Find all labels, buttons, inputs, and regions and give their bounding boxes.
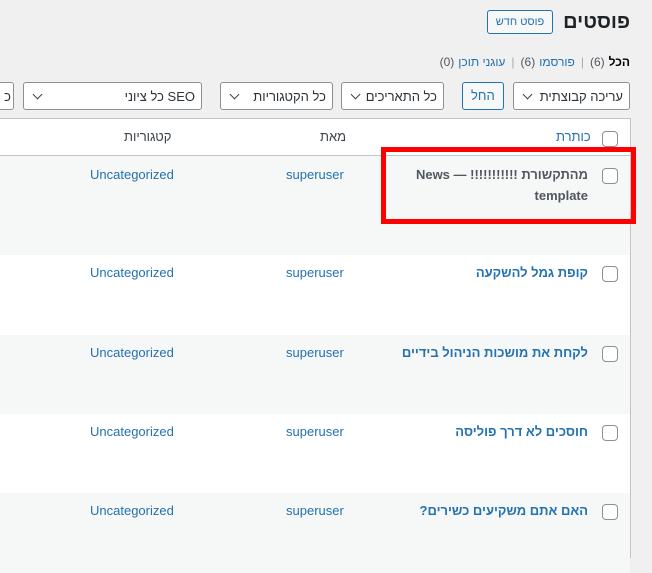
post-title-link[interactable]: האם אתם משקיעים כשירים?	[420, 500, 588, 521]
post-author-link[interactable]: superuser	[286, 503, 344, 518]
post-title-link[interactable]: קופת גמל להשקעה	[476, 262, 588, 283]
filter-cornerstone[interactable]: עוגני תוכן (0)	[440, 55, 506, 69]
post-title-link[interactable]: חוסכים לא דרך פוליסה	[455, 421, 588, 442]
filter-separator: |	[511, 55, 515, 69]
categories-filter-select[interactable]: כל הקטגוריות	[220, 82, 333, 110]
filter-published-label: פורסמו	[539, 55, 575, 69]
table-header: כותרת מאת קטגוריות	[0, 119, 630, 156]
dates-filter-value: כל התאריכים	[365, 88, 437, 104]
filter-separator: |	[580, 55, 584, 69]
seo-filter-value: כל ציוני SEO	[124, 88, 195, 104]
dates-filter-select[interactable]: כל התאריכים	[341, 82, 444, 110]
post-author-link[interactable]: superuser	[286, 345, 344, 360]
post-author-link[interactable]: superuser	[286, 167, 344, 182]
add-new-post-button[interactable]: פוסט חדש	[486, 10, 554, 34]
bulk-action-select[interactable]: עריכה קבוצתית	[513, 82, 630, 110]
chevron-down-icon	[229, 89, 240, 99]
filter-cornerstone-label: עוגני תוכן	[458, 55, 506, 69]
page-title: פוסטים	[563, 11, 630, 33]
post-title-link[interactable]: לקחת את מושכות הניהול בידיים	[402, 342, 588, 363]
filter-all[interactable]: הכל (6)	[590, 55, 630, 69]
table-row: חוסכים לא דרך פוליסה superuser Uncategor…	[0, 414, 630, 493]
column-title-header[interactable]: כותרת	[556, 129, 591, 144]
row-checkbox[interactable]	[602, 504, 618, 520]
row-checkbox[interactable]	[602, 168, 618, 184]
filter-all-label: הכל	[608, 55, 630, 69]
apply-button[interactable]: החל	[462, 82, 504, 110]
partial-filter-value: כ	[4, 88, 11, 104]
post-category-link[interactable]: Uncategorized	[90, 265, 174, 280]
table-row: קופת גמל להשקעה superuser Uncategorized	[0, 255, 630, 335]
table-row: האם אתם משקיעים כשירים? superuser Uncate…	[0, 493, 630, 573]
partial-filter-select[interactable]: כ	[0, 82, 14, 110]
categories-filter-value: כל הקטגוריות	[253, 88, 326, 104]
filter-cornerstone-count: (0)	[439, 55, 455, 69]
status-filters: הכל (6) | פורסמו (6) | עוגני תוכן (0)	[440, 55, 630, 69]
row-checkbox[interactable]	[602, 425, 618, 441]
bulk-action-value: עריכה קבוצתית	[539, 88, 623, 104]
table-row: מהתקשורת !!!!!!!!!!! — News template sup…	[0, 156, 630, 255]
post-author-link[interactable]: superuser	[286, 265, 344, 280]
row-checkbox[interactable]	[602, 266, 618, 282]
filter-published[interactable]: פורסמו (6)	[521, 55, 575, 69]
select-all-checkbox[interactable]	[602, 131, 618, 147]
filter-published-count: (6)	[520, 55, 536, 69]
column-categories-header: קטגוריות	[124, 129, 172, 144]
post-category-link[interactable]: Uncategorized	[90, 424, 174, 439]
post-author-link[interactable]: superuser	[286, 424, 344, 439]
column-author-header: מאת	[320, 129, 347, 144]
posts-table: כותרת מאת קטגוריות מהתקשורת !!!!!!!!!!! …	[0, 118, 631, 573]
filter-all-count: (6)	[589, 55, 605, 69]
chevron-down-icon	[32, 89, 43, 99]
chevron-down-icon	[522, 89, 533, 99]
table-row: לקחת את מושכות הניהול בידיים superuser U…	[0, 335, 630, 414]
chevron-down-icon	[350, 89, 361, 99]
seo-filter-select[interactable]: כל ציוני SEO	[23, 82, 202, 110]
post-title-link[interactable]: מהתקשורת !!!!!!!!!!! — News template	[388, 164, 588, 206]
post-category-link[interactable]: Uncategorized	[90, 345, 174, 360]
post-category-link[interactable]: Uncategorized	[90, 167, 174, 182]
post-category-link[interactable]: Uncategorized	[90, 503, 174, 518]
row-checkbox[interactable]	[602, 346, 618, 362]
page-header: פוסטים פוסט חדש	[486, 9, 630, 35]
